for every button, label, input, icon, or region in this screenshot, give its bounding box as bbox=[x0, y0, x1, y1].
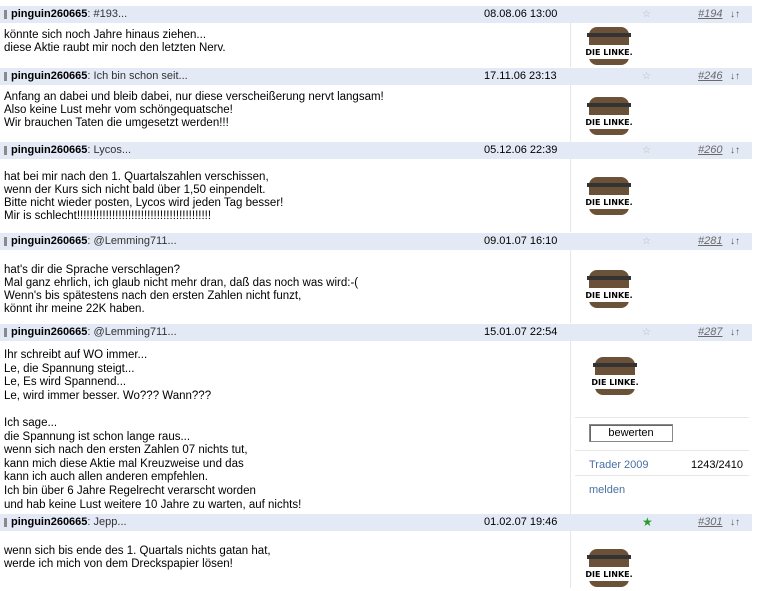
navigate-arrows-icon[interactable]: ↓↑ bbox=[730, 514, 740, 531]
post-body: hat's dir die Sprache verschlagen? Mal g… bbox=[0, 250, 752, 323]
post-subject[interactable]: : Lycos... bbox=[87, 144, 131, 156]
report-link[interactable]: melden bbox=[589, 484, 625, 496]
avatar-logo-text: DIE LINKE. bbox=[591, 378, 638, 387]
post-number-link[interactable]: #246 bbox=[698, 68, 722, 85]
post-text: Ihr schreibt auf WO immer... Le, die Spa… bbox=[4, 349, 302, 511]
post-marker bbox=[4, 328, 7, 337]
post-date: 08.08.06 13:00 bbox=[484, 8, 558, 20]
star-icon[interactable]: ☆ bbox=[642, 68, 651, 85]
post: pinguin260665: Lycos... 05.12.06 22:39 ☆… bbox=[0, 142, 752, 232]
post-header: pinguin260665: #193... 08.08.06 13:00 ☆ … bbox=[0, 6, 752, 23]
post-author[interactable]: pinguin260665: @Lemming711... bbox=[11, 324, 177, 341]
post: pinguin260665: Jepp... 01.02.07 19:46 ★ … bbox=[0, 514, 752, 588]
post-sidebar: DIE LINKE. bbox=[570, 159, 753, 232]
navigate-arrows-icon[interactable]: ↓↑ bbox=[730, 6, 740, 23]
post-subject[interactable]: : @Lemming711... bbox=[87, 326, 176, 338]
post-body: Anfang an dabei und bleib dabei, nur die… bbox=[0, 85, 752, 143]
post-sidebar: DIE LINKE. bbox=[570, 23, 753, 67]
post-subject[interactable]: : Ich bin schon seit... bbox=[87, 70, 187, 82]
navigate-arrows-icon[interactable]: ↓↑ bbox=[730, 233, 740, 250]
post-text: könnte sich noch Jahre hinaus ziehen... … bbox=[4, 29, 226, 54]
star-icon[interactable]: ☆ bbox=[642, 142, 651, 159]
divider bbox=[575, 475, 749, 476]
star-icon[interactable]: ☆ bbox=[642, 324, 651, 341]
post-date: 09.01.07 16:10 bbox=[484, 235, 558, 247]
post-date: 17.11.06 23:13 bbox=[484, 70, 557, 82]
post-subject[interactable]: : @Lemming711... bbox=[87, 235, 176, 247]
avatar: DIE LINKE. bbox=[585, 27, 633, 65]
post: pinguin260665: @Lemming711... 15.01.07 2… bbox=[0, 324, 752, 516]
post-author[interactable]: pinguin260665: Jepp... bbox=[11, 514, 127, 531]
post-subject[interactable]: : #193... bbox=[87, 8, 127, 20]
post-header: pinguin260665: Jepp... 01.02.07 19:46 ★ … bbox=[0, 514, 752, 531]
avatar-logo-text: DIE LINKE. bbox=[585, 198, 632, 207]
post-body: wenn sich bis ende des 1. Quartals nicht… bbox=[0, 531, 752, 588]
post-header: pinguin260665: @Lemming711... 15.01.07 2… bbox=[0, 324, 752, 341]
post-header: pinguin260665: @Lemming711... 09.01.07 1… bbox=[0, 233, 752, 250]
post-author[interactable]: pinguin260665: Lycos... bbox=[11, 142, 131, 159]
post-date: 15.01.07 22:54 bbox=[484, 326, 558, 338]
avatar-logo-text: DIE LINKE. bbox=[585, 570, 632, 579]
post-header: pinguin260665: Ich bin schon seit... 17.… bbox=[0, 68, 752, 85]
divider bbox=[575, 417, 749, 418]
post-author[interactable]: pinguin260665: @Lemming711... bbox=[11, 233, 177, 250]
avatar: DIE LINKE. bbox=[585, 549, 633, 587]
post-sidebar: DIE LINKE. bbox=[570, 531, 753, 588]
post-body: Ihr schreibt auf WO immer... Le, die Spa… bbox=[0, 341, 752, 516]
post-marker bbox=[4, 146, 7, 155]
post-text: wenn sich bis ende des 1. Quartals nicht… bbox=[4, 545, 271, 570]
post-number-link[interactable]: #260 bbox=[698, 142, 722, 159]
post-number-link[interactable]: #281 bbox=[698, 233, 722, 250]
post-text: hat's dir die Sprache verschlagen? Mal g… bbox=[4, 264, 359, 315]
star-icon[interactable]: ☆ bbox=[642, 6, 651, 23]
avatar-logo-text: DIE LINKE. bbox=[585, 48, 632, 57]
post-text: hat bei mir nach den 1. Quartalszahlen v… bbox=[4, 171, 284, 222]
post: pinguin260665: @Lemming711... 09.01.07 1… bbox=[0, 233, 752, 323]
post-date: 01.02.07 19:46 bbox=[484, 516, 558, 528]
star-filled-icon[interactable]: ★ bbox=[642, 514, 653, 531]
post-count: 1243/2410 bbox=[691, 459, 743, 471]
post-sidebar: DIE LINKE. bbox=[570, 250, 753, 323]
post-text: Anfang an dabei und bleib dabei, nur die… bbox=[4, 91, 384, 129]
avatar: DIE LINKE. bbox=[585, 177, 633, 215]
post-marker bbox=[4, 72, 7, 81]
post-author[interactable]: pinguin260665: Ich bin schon seit... bbox=[11, 68, 188, 85]
divider bbox=[575, 450, 749, 451]
post-marker bbox=[4, 518, 7, 527]
post-number-link[interactable]: #301 bbox=[698, 514, 722, 531]
star-icon[interactable]: ☆ bbox=[642, 233, 651, 250]
post-marker bbox=[4, 237, 7, 246]
post-sidebar: DIE LINKE. bewerten Trader 2009 1243/241… bbox=[570, 341, 753, 516]
post-sidebar: DIE LINKE. bbox=[570, 85, 753, 143]
navigate-arrows-icon[interactable]: ↓↑ bbox=[730, 324, 740, 341]
post-number-link[interactable]: #287 bbox=[698, 324, 722, 341]
post-subject[interactable]: : Jepp... bbox=[87, 516, 126, 528]
trader-status-link[interactable]: Trader 2009 bbox=[589, 459, 649, 471]
avatar: DIE LINKE. bbox=[591, 357, 639, 395]
post-header: pinguin260665: Lycos... 05.12.06 22:39 ☆… bbox=[0, 142, 752, 159]
avatar-logo-text: DIE LINKE. bbox=[585, 118, 632, 127]
post-date: 05.12.06 22:39 bbox=[484, 144, 558, 156]
avatar: DIE LINKE. bbox=[585, 97, 633, 135]
navigate-arrows-icon[interactable]: ↓↑ bbox=[730, 142, 740, 159]
rate-button[interactable]: bewerten bbox=[589, 424, 673, 442]
post-author[interactable]: pinguin260665: #193... bbox=[11, 6, 127, 23]
post-marker bbox=[4, 10, 7, 19]
post-body: hat bei mir nach den 1. Quartalszahlen v… bbox=[0, 159, 752, 232]
avatar: DIE LINKE. bbox=[585, 270, 633, 308]
post-number-link[interactable]: #194 bbox=[698, 6, 722, 23]
post-body: könnte sich noch Jahre hinaus ziehen... … bbox=[0, 23, 752, 67]
post: pinguin260665: Ich bin schon seit... 17.… bbox=[0, 68, 752, 143]
post: pinguin260665: #193... 08.08.06 13:00 ☆ … bbox=[0, 6, 752, 67]
avatar-logo-text: DIE LINKE. bbox=[585, 291, 632, 300]
navigate-arrows-icon[interactable]: ↓↑ bbox=[730, 68, 740, 85]
